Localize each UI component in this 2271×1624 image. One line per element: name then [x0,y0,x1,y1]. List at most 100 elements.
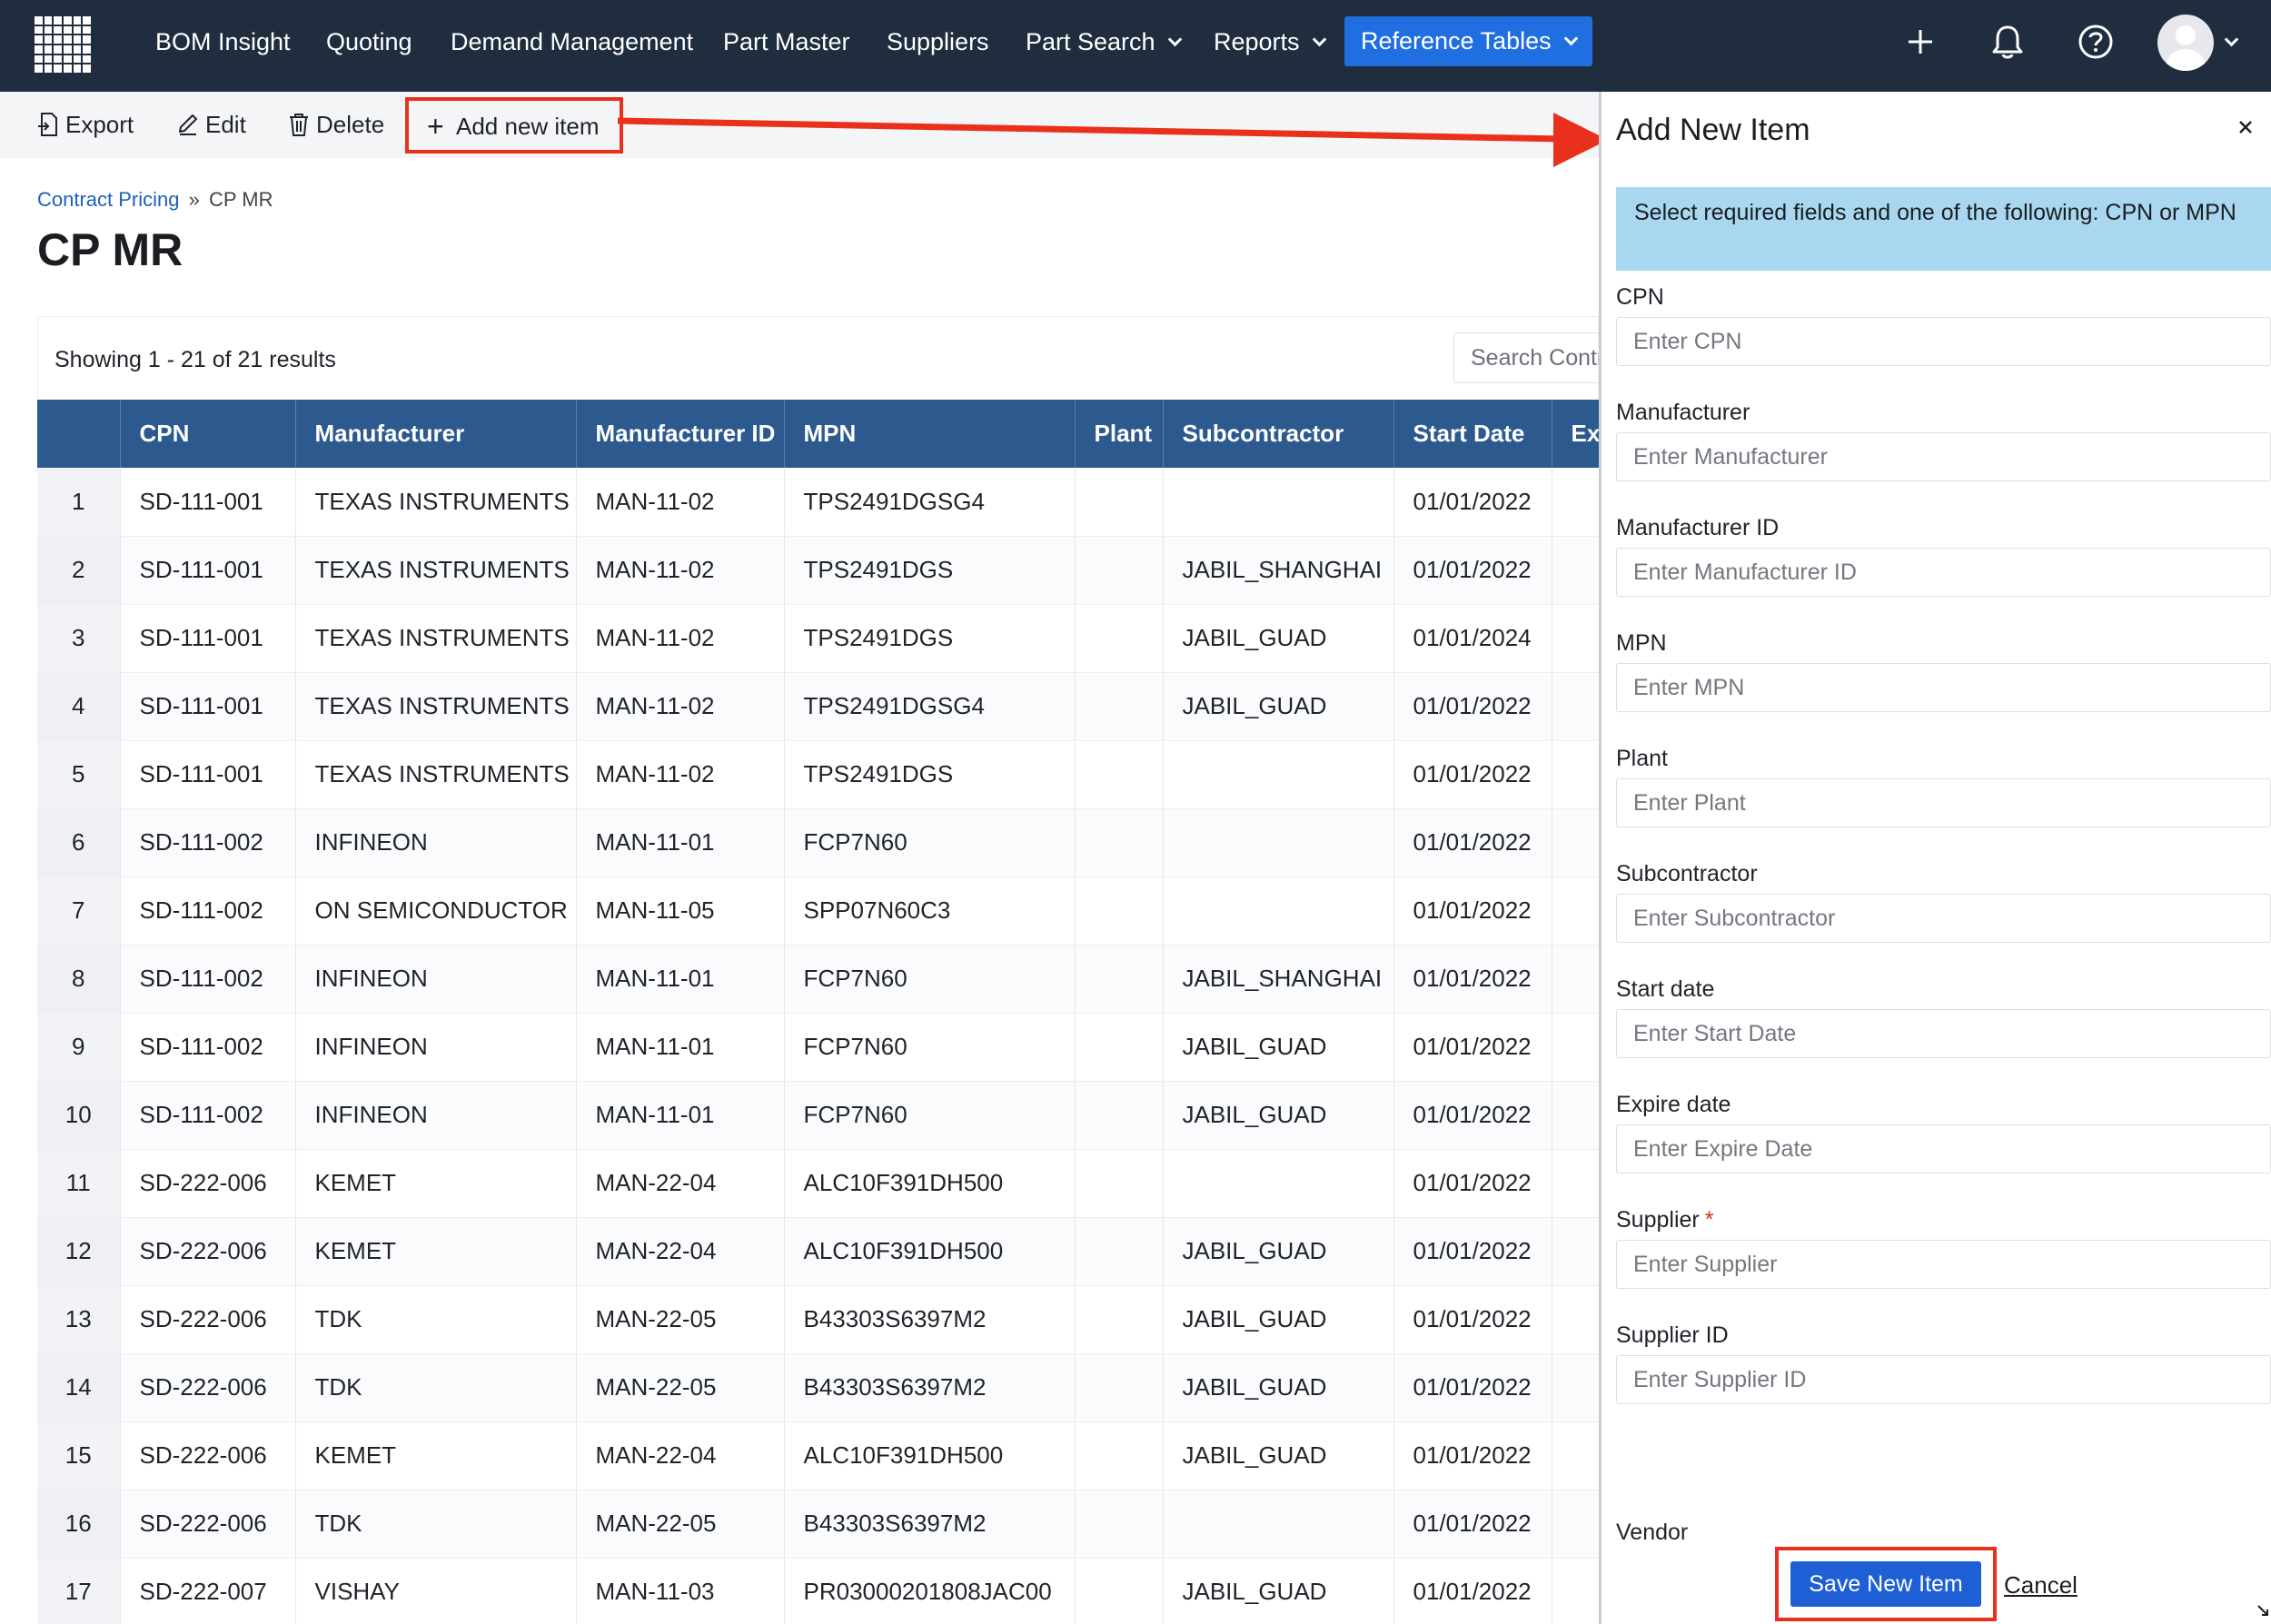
column-header[interactable]: MPN [784,400,1076,468]
field-label: Plant [1616,746,1668,772]
table-cell [1552,536,1599,605]
column-header[interactable]: Plant [1075,400,1164,468]
field-label: CPN [1616,284,1664,311]
table-cell [1075,808,1164,877]
field-input[interactable] [1616,663,2271,712]
table-row[interactable]: 10 SD-111-002 INFINEON MAN-11-01 FCP7N60 JABI… [37,1081,1599,1150]
export-button[interactable]: Export [36,92,134,158]
table-cell [1552,1013,1599,1082]
field-label-text: Manufacturer ID [1616,515,1780,540]
table-cell: 01/01/2022 [1393,1490,1552,1559]
table-row[interactable]: 16 SD-222-006 TDK MAN-22-05 B43303S6397M2 01/… [37,1490,1599,1559]
table-cell: TDK [295,1490,577,1559]
column-header[interactable]: Start Date [1393,400,1552,468]
table-cell: B43303S6397M2 [784,1490,1076,1559]
table-cell [1163,876,1394,946]
table-cell: TEXAS INSTRUMENTS [295,740,577,809]
table-cell: INFINEON [295,945,577,1014]
plus-icon[interactable] [1897,18,1944,65]
column-header[interactable]: Subcontractor [1163,400,1394,468]
table-cell: TEXAS INSTRUMENTS [295,604,577,673]
nav-item-bom-insight[interactable]: BOM Insight [155,0,291,84]
field-input[interactable] [1616,432,2271,481]
breadcrumb-link-contract-pricing[interactable]: Contract Pricing [37,188,180,211]
app-grid-logo-icon[interactable] [35,16,91,73]
table-row[interactable]: 3 SD-111-001 TEXAS INSTRUMENTS MAN-11-02 TPS… [37,604,1599,673]
table-row[interactable]: 2 SD-111-001 TEXAS INSTRUMENTS MAN-11-02 TPS… [37,536,1599,605]
add-new-item-button[interactable]: + Add new item [405,97,623,153]
table-cell: 01/01/2024 [1393,604,1552,673]
save-new-item-button[interactable]: Save New Item [1790,1561,1981,1607]
table-row[interactable]: 15 SD-222-006 KEMET MAN-22-04 ALC10F391DH500… [37,1421,1599,1490]
close-icon[interactable] [2233,114,2258,140]
field-input[interactable] [1616,1124,2271,1173]
table-row[interactable]: 1 SD-111-001 TEXAS INSTRUMENTS MAN-11-02 TPS… [37,468,1599,537]
nav-item-reports[interactable]: Reports [1214,0,1326,84]
table-cell: TPS2491DGS [784,740,1076,809]
table-cell: JABIL_GUAD [1163,1421,1394,1490]
nav-item-demand-management[interactable]: Demand Management [451,0,693,84]
field-label: MPN [1616,630,1667,657]
row-number: 14 [37,1353,121,1422]
nav-item-quoting[interactable]: Quoting [326,0,412,84]
table-cell: SD-111-002 [120,1013,296,1082]
field-input[interactable] [1616,548,2271,597]
table-row[interactable]: 14 SD-222-006 TDK MAN-22-05 B43303S6397M2 JAB… [37,1353,1599,1422]
field-label: Supplier * [1616,1207,1713,1233]
column-header[interactable]: Ex [1552,400,1599,468]
table-row[interactable]: 11 SD-222-006 KEMET MAN-22-04 ALC10F391DH500… [37,1149,1599,1218]
table-cell [1552,876,1599,946]
table-cell: 01/01/2022 [1393,1149,1552,1218]
table-cell: INFINEON [295,1081,577,1150]
column-header[interactable]: CPN [120,400,296,468]
table-cell [1552,1285,1599,1354]
nav-item-reference-tables[interactable]: Reference Tables [1344,16,1592,66]
nav-item-part-search[interactable]: Part Search [1026,0,1182,84]
field-input[interactable] [1616,317,2271,366]
nav-item-suppliers[interactable]: Suppliers [887,0,989,84]
nav-label: Part Master [723,28,850,55]
field-input[interactable] [1616,1009,2271,1058]
table-row[interactable]: 4 SD-111-001 TEXAS INSTRUMENTS MAN-11-02 TPS… [37,672,1599,741]
table-row[interactable]: 12 SD-222-006 KEMET MAN-22-04 ALC10F391DH500… [37,1217,1599,1286]
nav-item-part-master[interactable]: Part Master [723,0,850,84]
field-label: Supplier ID [1616,1322,1729,1349]
table-cell [1552,672,1599,741]
table-cell [1163,808,1394,877]
avatar[interactable] [2157,15,2214,71]
table-cell: 01/01/2022 [1393,1285,1552,1354]
breadcrumb-current: CP MR [209,188,273,211]
field-input[interactable] [1616,1240,2271,1289]
table-cell: FCP7N60 [784,1013,1076,1082]
cancel-link[interactable]: Cancel [2004,1571,2078,1599]
page-title: CP MR [37,224,183,275]
table-cell: MAN-11-01 [576,1013,785,1082]
help-icon[interactable] [2072,18,2119,65]
resize-handle-icon[interactable] [2256,1604,2269,1617]
table-row[interactable]: 17 SD-222-007 VISHAY MAN-11-03 PR03000201808… [37,1558,1599,1624]
table-row[interactable]: 9 SD-111-002 INFINEON MAN-11-01 FCP7N60 JABIL… [37,1013,1599,1082]
field-input[interactable] [1616,778,2271,827]
table-row[interactable]: 6 SD-111-002 INFINEON MAN-11-01 FCP7N60 01/01… [37,808,1599,877]
row-number: 10 [37,1081,121,1150]
table-row[interactable]: 13 SD-222-006 TDK MAN-22-05 B43303S6397M2 JAB… [37,1285,1599,1354]
field-input[interactable] [1616,894,2271,943]
table-row[interactable]: 7 SD-111-002 ON SEMICONDUCTOR MAN-11-05 SPP0… [37,876,1599,946]
table-cell: TEXAS INSTRUMENTS [295,468,577,537]
column-header[interactable] [37,400,121,468]
table-cell: SD-111-001 [120,468,296,537]
field-label-text: Subcontractor [1616,861,1758,886]
chevron-down-icon[interactable] [2224,32,2239,47]
table-row[interactable]: 5 SD-111-001 TEXAS INSTRUMENTS MAN-11-02 TPS… [37,740,1599,809]
table-cell: ALC10F391DH500 [784,1217,1076,1286]
delete-button[interactable]: Delete [287,92,384,158]
results-count: Showing 1 - 21 of 21 results [55,347,336,372]
table-row[interactable]: 8 SD-111-002 INFINEON MAN-11-01 FCP7N60 JABIL… [37,945,1599,1014]
bell-icon[interactable] [1984,18,2031,65]
column-header[interactable]: Manufacturer ID [576,400,785,468]
table-cell: MAN-11-01 [576,945,785,1014]
column-header[interactable]: Manufacturer [295,400,577,468]
annotation-arrow [618,113,1608,167]
field-input[interactable] [1616,1355,2271,1404]
edit-button[interactable]: Edit [176,92,246,158]
